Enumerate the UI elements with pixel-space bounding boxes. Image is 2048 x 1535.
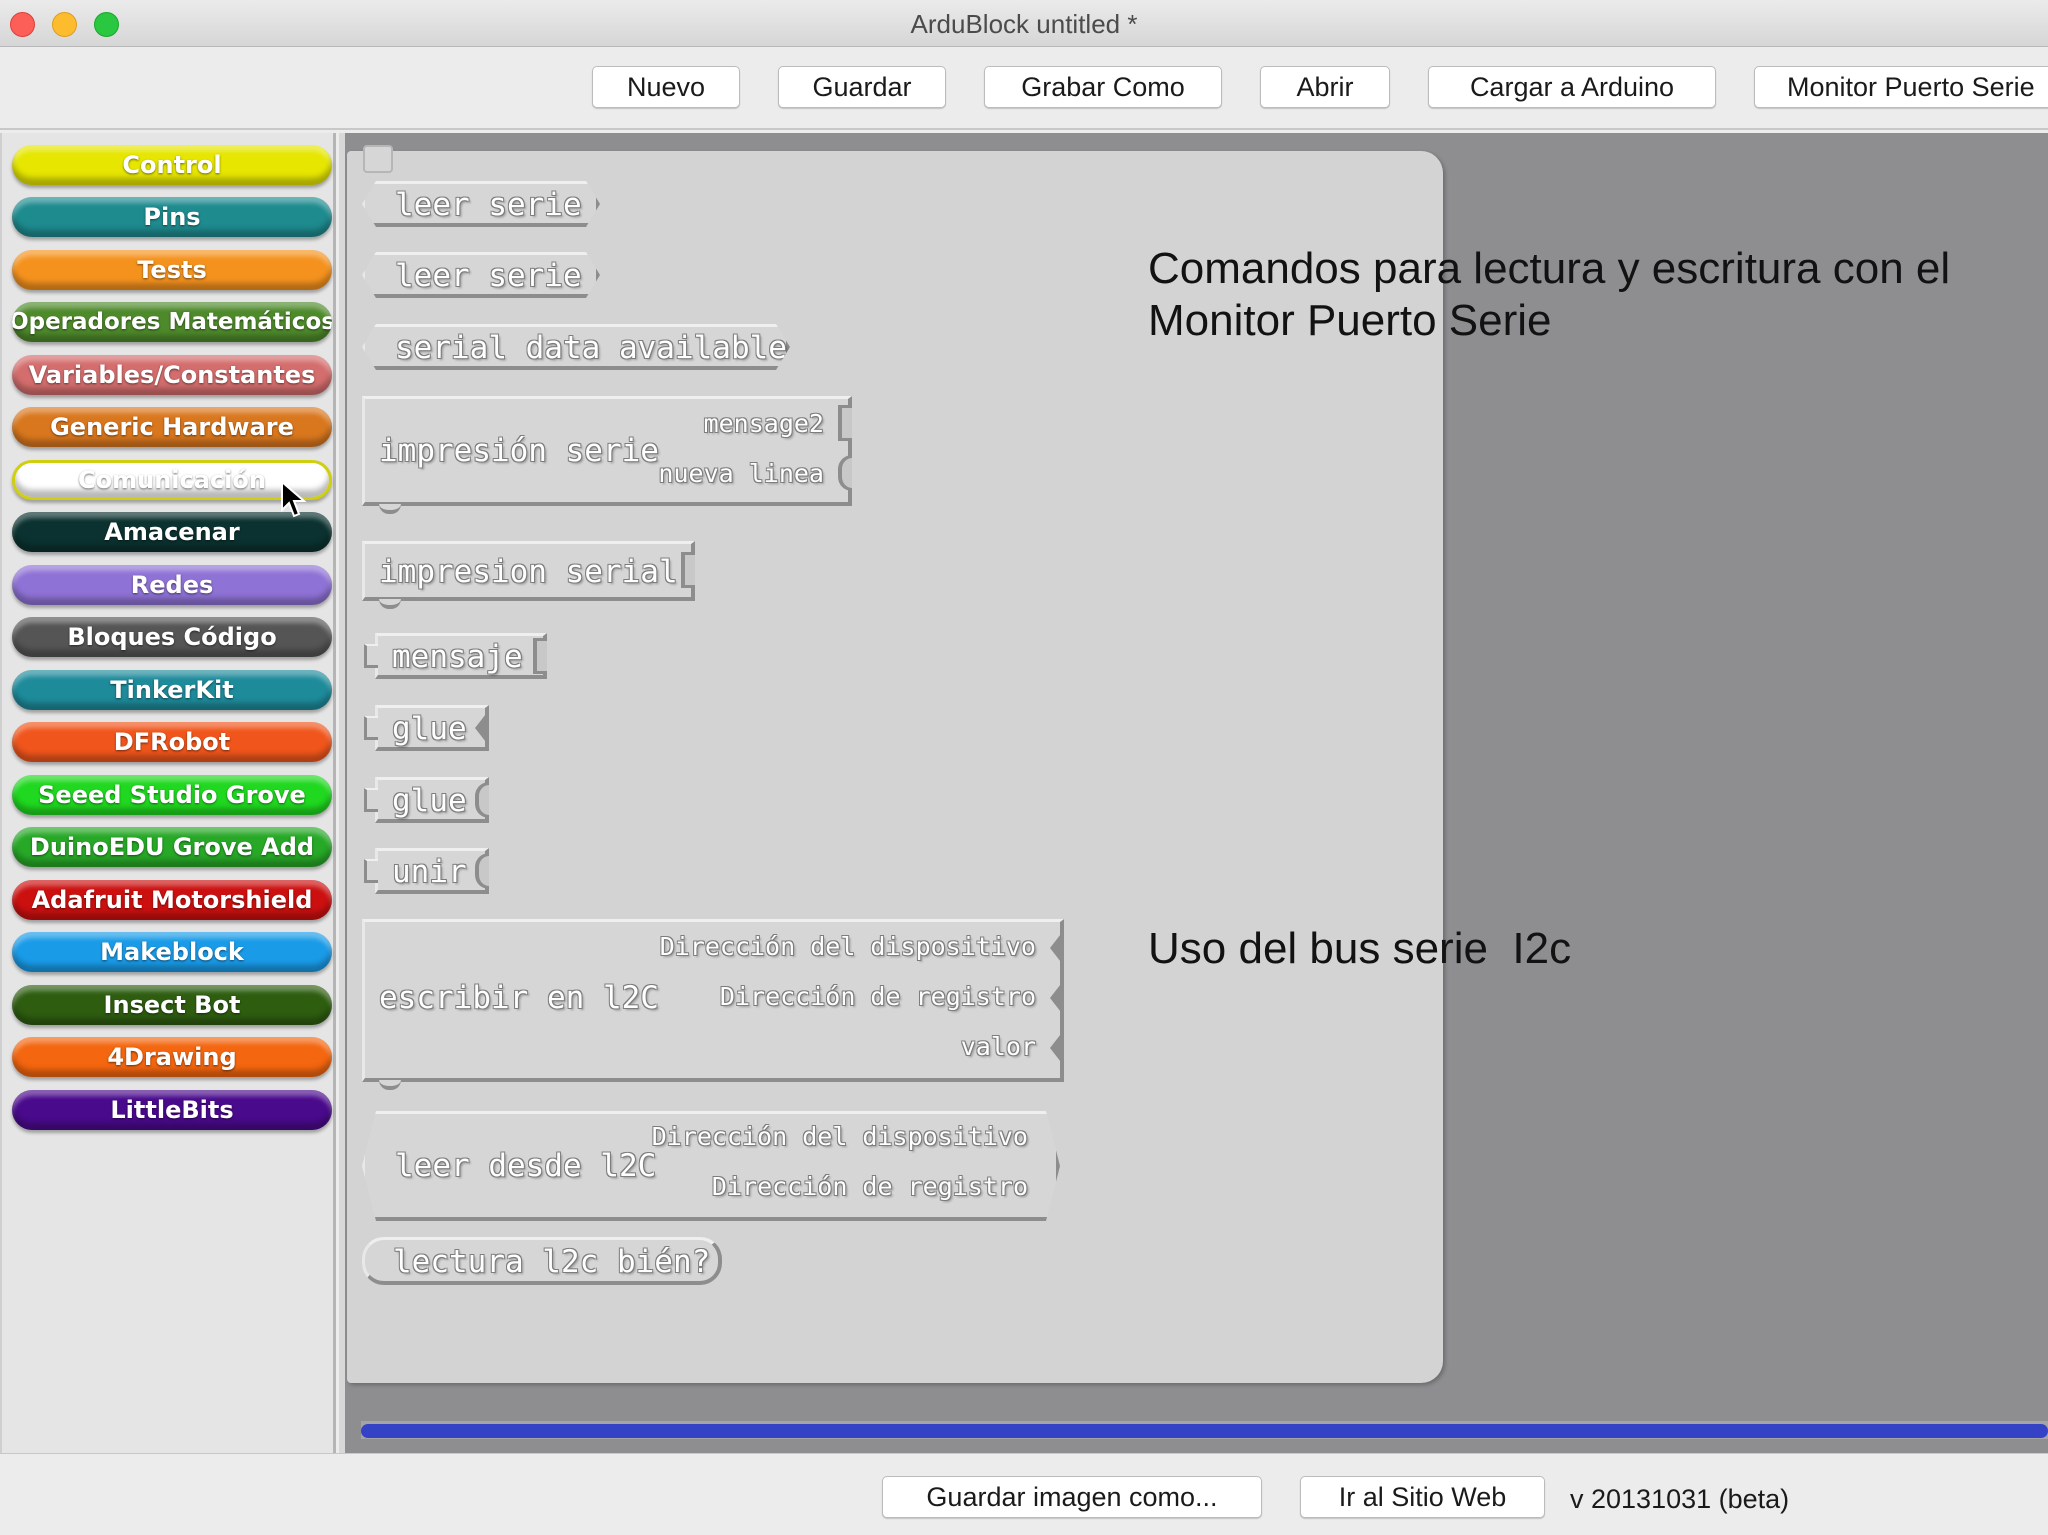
version-label: v 20131031 (beta) [1570, 1484, 1790, 1514]
note-serial-commands: Comandos para lectura y escritura con el… [1148, 244, 1951, 345]
socket-device-address[interactable] [1050, 930, 1064, 966]
block-leer-serie[interactable]: leer serie [362, 181, 600, 227]
block-notch [379, 504, 401, 514]
workspace-canvas[interactable]: leer serie leer serie serial data availa… [339, 133, 2048, 1453]
socket-unir[interactable] [475, 853, 489, 889]
category-networks[interactable]: Redes [12, 565, 332, 605]
category-tinkerkit[interactable]: TinkerKit [12, 670, 332, 710]
save-image-button[interactable]: Guardar imagen como... [882, 1476, 1262, 1518]
block-escribir-i2c[interactable]: escribir en l2C Dirección del dispositiv… [362, 919, 1064, 1090]
socket-mensaje[interactable] [533, 638, 547, 674]
socket-nueva-linea[interactable] [838, 455, 852, 491]
socket-glue-2[interactable] [475, 782, 489, 818]
drawer-collapse-handle[interactable] [363, 145, 393, 173]
block-mensaje[interactable]: mensaje [364, 633, 547, 679]
socket-register-address[interactable] [1050, 980, 1064, 1016]
category-seeed-studio-grove[interactable]: Seeed Studio Grove [12, 775, 332, 815]
block-lectura-i2c[interactable]: lectura l2c bién? [362, 1237, 722, 1285]
horizontal-scrollbar-thumb[interactable] [361, 1424, 2048, 1438]
new-button[interactable]: Nuevo [592, 66, 740, 108]
category-math-operators[interactable]: Operadores Matemáticos [12, 302, 332, 342]
category-adafruit-motorshield[interactable]: Adafruit Motorshield [12, 880, 332, 920]
category-tests[interactable]: Tests [12, 250, 332, 290]
category-insect-bot[interactable]: Insect Bot [12, 985, 332, 1025]
save-as-button[interactable]: Grabar Como [984, 66, 1222, 108]
category-4drawing[interactable]: 4Drawing [12, 1037, 332, 1077]
category-duinoedu-grove-add[interactable]: DuinoEDU Grove Add [12, 827, 332, 867]
category-pins[interactable]: Pins [12, 197, 332, 237]
socket-value[interactable] [1050, 1030, 1064, 1066]
block-notch [379, 1080, 401, 1090]
socket-mensage2[interactable] [838, 405, 852, 441]
category-code-blocks[interactable]: Bloques Código [12, 617, 332, 657]
go-to-website-button[interactable]: Ir al Sitio Web [1300, 1476, 1545, 1518]
upload-to-arduino-button[interactable]: Cargar a Arduino [1428, 66, 1716, 108]
socket-glue[interactable] [475, 710, 489, 746]
bottom-bar: Guardar imagen como... Ir al Sitio Web v… [0, 1453, 2048, 1535]
block-glue[interactable]: glue [364, 705, 489, 751]
category-control[interactable]: Control [12, 145, 332, 185]
category-dfrobot[interactable]: DFRobot [12, 722, 332, 762]
drawer-edge [339, 133, 345, 1453]
title-bar: ArduBlock untitled * [0, 0, 2048, 47]
block-unir[interactable]: unir [364, 848, 489, 894]
block-glue-2[interactable]: glue [364, 777, 489, 823]
block-impresion-serial[interactable]: impresion serial [362, 541, 695, 609]
window-title: ArduBlock untitled * [910, 9, 1138, 39]
category-littlebits[interactable]: LittleBits [12, 1090, 332, 1130]
category-sidebar: Control Pins Tests Operadores Matemático… [0, 133, 336, 1453]
block-leer-i2c[interactable]: leer desde l2C Dirección del dispositivo… [362, 1111, 1060, 1221]
block-serial-data-available[interactable]: serial data available [362, 324, 790, 370]
open-button[interactable]: Abrir [1260, 66, 1390, 108]
mouse-cursor-icon [281, 480, 306, 518]
socket-impresion-serial[interactable] [681, 552, 695, 588]
category-generic-hardware[interactable]: Generic Hardware [12, 407, 332, 447]
save-button[interactable]: Guardar [778, 66, 946, 108]
category-variables-constants[interactable]: Variables/Constantes [12, 355, 332, 395]
block-leer-serie-2[interactable]: leer serie [362, 252, 600, 298]
serial-monitor-button[interactable]: Monitor Puerto Serie [1754, 66, 2048, 108]
note-i2c-bus: Uso del bus serie I2c [1148, 924, 1572, 973]
block-impresion-serie[interactable]: impresión serie mensage2 nueva linea [362, 396, 852, 514]
block-notch [379, 599, 401, 609]
toolbar: Nuevo Guardar Grabar Como Abrir Cargar a… [0, 48, 2048, 130]
category-makeblock[interactable]: Makeblock [12, 932, 332, 972]
